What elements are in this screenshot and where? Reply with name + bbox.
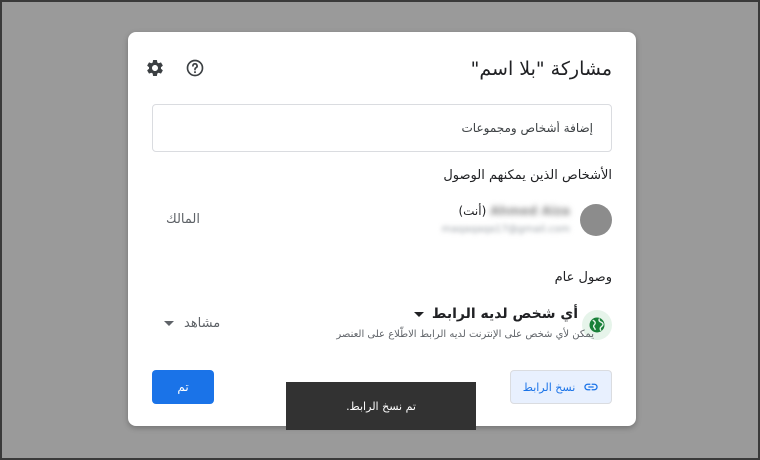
snackbar-toast: تم نسخ الرابط. <box>286 382 476 430</box>
help-icon <box>186 59 204 77</box>
person-email: maqaqaqa17@gmail.com <box>441 224 570 235</box>
person-name: Ahmed Aiza (أنت) <box>458 204 570 218</box>
done-button[interactable]: تم <box>152 370 214 404</box>
person-name-redacted: Ahmed Aiza <box>490 204 570 218</box>
you-label: (أنت) <box>458 204 487 218</box>
share-dialog: مشاركة "بلا اسم" الأشخاص الذين يمكنهم ال… <box>128 32 636 426</box>
general-access-description: يمكن لأي شخص على الإنترنت لديه الرابط ال… <box>336 329 594 340</box>
general-access-title: وصول عام <box>554 270 612 285</box>
gear-icon <box>147 59 163 76</box>
access-section-title: الأشخاص الذين يمكنهم الوصول <box>443 168 612 183</box>
dialog-title: مشاركة "بلا اسم" <box>470 58 612 80</box>
owner-role: المالك <box>166 212 200 227</box>
add-people-field[interactable] <box>152 104 612 152</box>
toast-message: تم نسخ الرابط. <box>346 399 416 413</box>
avatar <box>580 204 612 236</box>
copy-link-button[interactable]: نسخ الرابط <box>510 370 612 404</box>
help-button[interactable] <box>183 56 207 80</box>
settings-button[interactable] <box>143 56 167 80</box>
add-people-input[interactable] <box>153 105 611 151</box>
caret-down-icon <box>413 311 424 317</box>
copy-link-label: نسخ الرابط <box>522 380 576 394</box>
general-access-dropdown[interactable]: أي شخص لديه الرابط <box>413 306 578 322</box>
caret-down-icon <box>164 321 174 326</box>
viewer-role-label: مشاهد <box>184 316 221 331</box>
viewer-role-dropdown[interactable]: مشاهد <box>164 316 220 331</box>
link-icon <box>584 383 598 391</box>
general-access-selected: أي شخص لديه الرابط <box>431 306 578 322</box>
